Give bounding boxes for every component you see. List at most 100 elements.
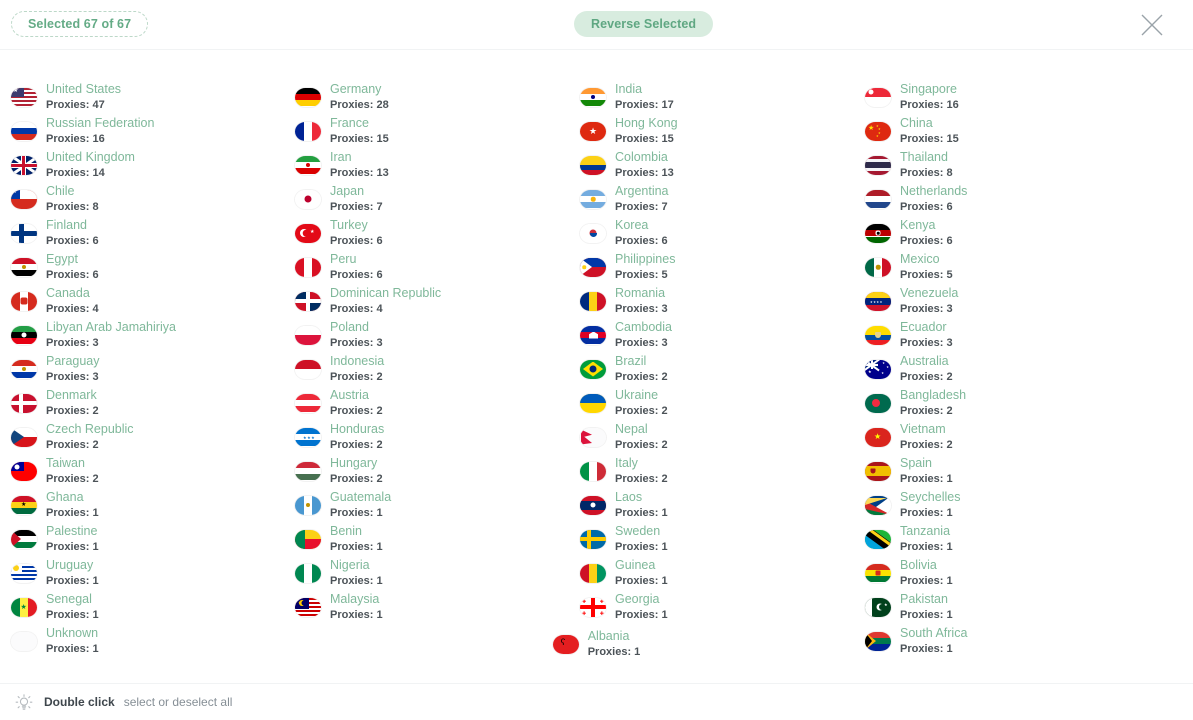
flag-hn-icon: ★★★ — [295, 427, 321, 447]
flag-ir-icon — [295, 155, 321, 175]
country-row[interactable]: ★ Senegal Proxies: 1 — [0, 590, 284, 624]
country-row[interactable]: Nigeria Proxies: 1 — [284, 556, 569, 590]
proxy-count: Proxies: 2 — [330, 472, 383, 485]
country-row[interactable]: Brazil Proxies: 2 — [569, 352, 854, 386]
country-row[interactable]: India Proxies: 17 — [569, 80, 854, 114]
country-row[interactable]: ★ Pakistan Proxies: 1 — [854, 590, 1193, 624]
country-row[interactable]: ★ ★ ★ ★ ★ China Proxies: 15 — [854, 114, 1193, 148]
country-name: Finland — [46, 218, 87, 233]
country-row[interactable]: Austria Proxies: 2 — [284, 386, 569, 420]
proxy-count: Proxies: 1 — [615, 540, 668, 553]
country-row[interactable]: Laos Proxies: 1 — [569, 488, 854, 522]
flag-py-icon — [11, 359, 37, 379]
proxy-count: Proxies: 1 — [330, 540, 383, 553]
country-row[interactable]: Germany Proxies: 28 — [284, 80, 569, 114]
country-name: Venezuela — [900, 286, 959, 301]
country-row[interactable]: Ecuador Proxies: 3 — [854, 318, 1193, 352]
country-row[interactable]: ★ Vietnam Proxies: 2 — [854, 420, 1193, 454]
country-row[interactable]: Canada Proxies: 4 — [0, 284, 284, 318]
country-row[interactable]: ★ Turkey Proxies: 6 — [284, 216, 569, 250]
country-row[interactable]: Palestine Proxies: 1 — [0, 522, 284, 556]
country-row[interactable]: ★ Chile Proxies: 8 — [0, 182, 284, 216]
country-row[interactable]: Paraguay Proxies: 3 — [0, 352, 284, 386]
country-row[interactable]: Finland Proxies: 6 — [0, 216, 284, 250]
country-row[interactable]: ★★★ Honduras Proxies: 2 — [284, 420, 569, 454]
reverse-selected-button[interactable]: Reverse Selected — [574, 11, 714, 37]
country-row[interactable]: Czech Republic Proxies: 2 — [0, 420, 284, 454]
proxy-count: Proxies: 1 — [900, 608, 953, 621]
country-row[interactable]: Singapore Proxies: 16 — [854, 80, 1193, 114]
flag-hu-icon — [295, 461, 321, 481]
country-row[interactable]: Poland Proxies: 3 — [284, 318, 569, 352]
country-row[interactable]: Philippines Proxies: 5 — [569, 250, 854, 284]
proxy-count: Proxies: 3 — [900, 336, 953, 349]
country-row[interactable]: Thailand Proxies: 8 — [854, 148, 1193, 182]
hint-bold-text: Double click — [44, 695, 115, 709]
close-icon[interactable] — [1137, 10, 1167, 40]
country-row[interactable]: ★ Hong Kong Proxies: 15 — [569, 114, 854, 148]
country-row[interactable]: Mexico Proxies: 5 — [854, 250, 1193, 284]
country-row[interactable]: Iran Proxies: 13 — [284, 148, 569, 182]
country-row[interactable]: ʕ Albania Proxies: 1 — [552, 627, 640, 661]
country-row[interactable]: ★ United States Proxies: 47 — [0, 80, 284, 114]
country-row[interactable]: Benin Proxies: 1 — [284, 522, 569, 556]
country-row[interactable]: Netherlands Proxies: 6 — [854, 182, 1193, 216]
country-row[interactable]: ★ ★ ★ ★ Australia Proxies: 2 — [854, 352, 1193, 386]
proxy-count: Proxies: 4 — [46, 302, 99, 315]
country-row[interactable]: Guatemala Proxies: 1 — [284, 488, 569, 522]
country-row[interactable]: Bolivia Proxies: 1 — [854, 556, 1193, 590]
country-row[interactable]: ★ Malaysia Proxies: 1 — [284, 590, 569, 624]
proxy-count: Proxies: 15 — [615, 132, 674, 145]
country-row[interactable]: Seychelles Proxies: 1 — [854, 488, 1193, 522]
country-row[interactable]: Sweden Proxies: 1 — [569, 522, 854, 556]
flag-kh-icon — [580, 325, 606, 345]
country-row[interactable]: Spain Proxies: 1 — [854, 454, 1193, 488]
country-row[interactable]: Bangladesh Proxies: 2 — [854, 386, 1193, 420]
footer-hint: Double click select or deselect all — [0, 684, 1193, 720]
country-row[interactable]: Peru Proxies: 6 — [284, 250, 569, 284]
country-name: Spain — [900, 456, 932, 471]
proxy-count: Proxies: 6 — [615, 234, 668, 247]
country-row[interactable]: Egypt Proxies: 6 — [0, 250, 284, 284]
country-row[interactable]: Tanzania Proxies: 1 — [854, 522, 1193, 556]
country-row[interactable]: Romania Proxies: 3 — [569, 284, 854, 318]
country-row[interactable]: Cambodia Proxies: 3 — [569, 318, 854, 352]
country-row[interactable]: Guinea Proxies: 1 — [569, 556, 854, 590]
proxy-count: Proxies: 17 — [615, 98, 674, 111]
country-row[interactable]: Libyan Arab Jamahiriya Proxies: 3 — [0, 318, 284, 352]
country-row[interactable]: Kenya Proxies: 6 — [854, 216, 1193, 250]
country-row[interactable]: United Kingdom Proxies: 14 — [0, 148, 284, 182]
country-row[interactable]: Argentina Proxies: 7 — [569, 182, 854, 216]
proxy-count: Proxies: 1 — [900, 574, 953, 587]
country-row[interactable]: Korea Proxies: 6 — [569, 216, 854, 250]
flag-bo-icon — [865, 563, 891, 583]
country-row[interactable]: Hungary Proxies: 2 — [284, 454, 569, 488]
flag-tz-icon — [865, 529, 891, 549]
country-row[interactable]: ✚ ✚ ✚ ✚ Georgia Proxies: 1 — [569, 590, 854, 624]
flag-hk-icon: ★ — [580, 121, 606, 141]
country-row[interactable]: Dominican Republic Proxies: 4 — [284, 284, 569, 318]
proxy-count: Proxies: 13 — [615, 166, 674, 179]
country-name: Taiwan — [46, 456, 85, 471]
proxy-count: Proxies: 6 — [46, 268, 99, 281]
selected-count-pill[interactable]: Selected 67 of 67 — [11, 11, 149, 37]
country-row[interactable]: ★ Ghana Proxies: 1 — [0, 488, 284, 522]
country-row[interactable]: Indonesia Proxies: 2 — [284, 352, 569, 386]
country-row[interactable]: Russian Federation Proxies: 16 — [0, 114, 284, 148]
country-row[interactable]: Taiwan Proxies: 2 — [0, 454, 284, 488]
country-row[interactable]: Nepal Proxies: 2 — [569, 420, 854, 454]
country-row[interactable]: Uruguay Proxies: 1 — [0, 556, 284, 590]
country-row[interactable]: Japan Proxies: 7 — [284, 182, 569, 216]
proxy-count: Proxies: 47 — [46, 98, 105, 111]
flag-al-icon: ʕ — [552, 634, 579, 654]
country-row[interactable]: Denmark Proxies: 2 — [0, 386, 284, 420]
country-row[interactable]: Ukraine Proxies: 2 — [569, 386, 854, 420]
country-name: Germany — [330, 82, 382, 97]
country-extra-row: ʕ Albania Proxies: 1 — [0, 627, 1193, 661]
flag-ve-icon: ★★★★ — [865, 291, 891, 311]
country-row[interactable]: ★★★★ Venezuela Proxies: 3 — [854, 284, 1193, 318]
country-row[interactable]: France Proxies: 15 — [284, 114, 569, 148]
country-row[interactable]: Colombia Proxies: 13 — [569, 148, 854, 182]
country-name: Egypt — [46, 252, 78, 267]
country-row[interactable]: Italy Proxies: 2 — [569, 454, 854, 488]
